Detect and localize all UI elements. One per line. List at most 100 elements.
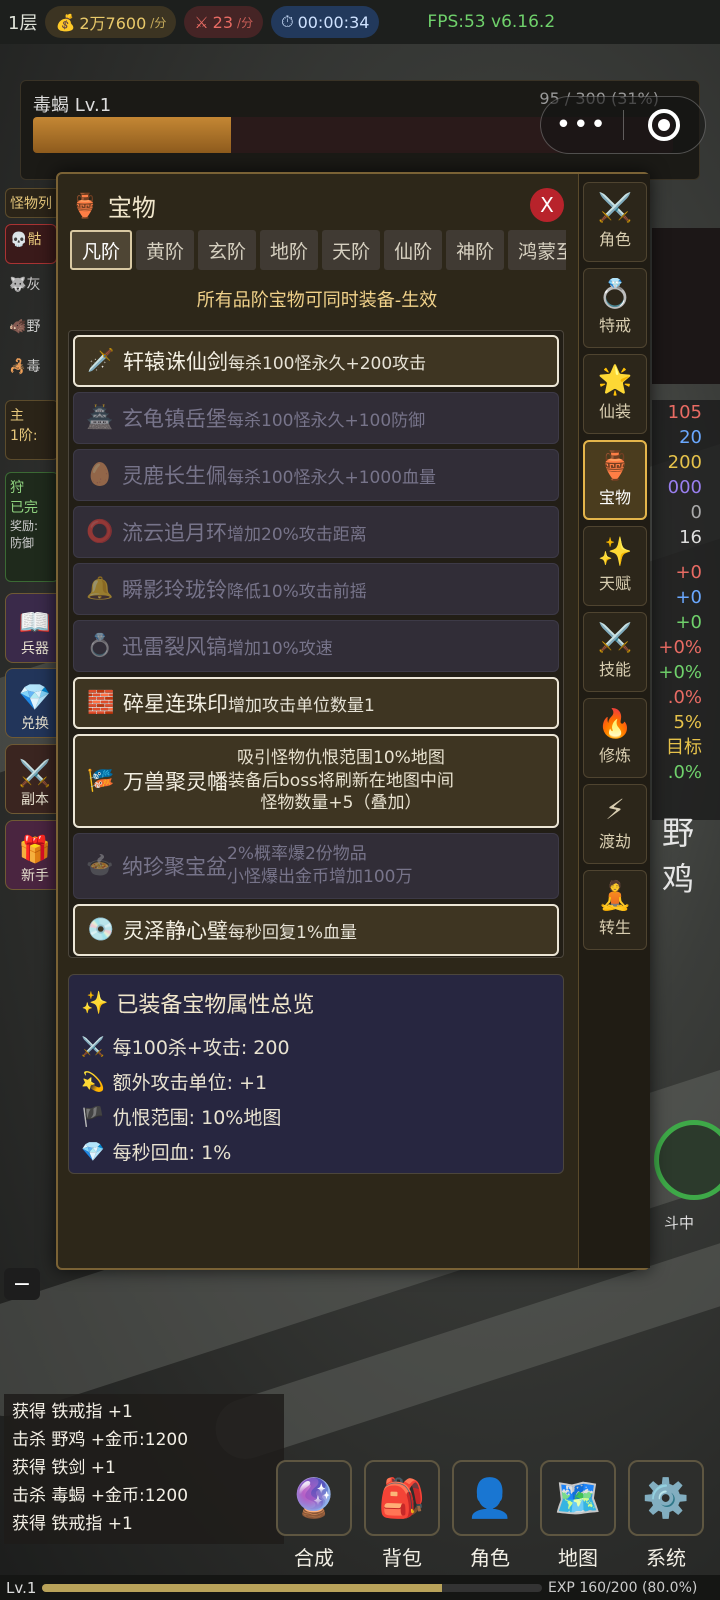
- vase-icon: 🏺: [70, 191, 100, 220]
- treasure-item[interactable]: 🗡️ 轩辕诛仙剑 每杀100怪永久+200攻击: [73, 335, 559, 387]
- battle-status-button[interactable]: 斗中: [654, 1120, 720, 1240]
- tab-tier-xuan[interactable]: 玄阶: [198, 230, 257, 270]
- player-level: Lv.1: [6, 1578, 37, 1597]
- tab-tier-shen[interactable]: 神阶: [446, 230, 505, 270]
- effect-line: 2%概率爆2份物品: [227, 844, 367, 865]
- close-button[interactable]: X: [530, 188, 564, 222]
- treasure-item[interactable]: 💿 灵泽静心璧 每秒回复1%血量: [73, 904, 559, 956]
- monster-entry-scorpion[interactable]: 🦂毒: [5, 352, 57, 386]
- nav-system[interactable]: ⚙️ 系统: [628, 1460, 704, 1571]
- monster-list-label: 怪物列: [10, 196, 52, 212]
- summary-header: ✨ 已装备宝物属性总览: [81, 987, 551, 1019]
- gold-rate-unit: /分: [150, 15, 167, 30]
- tab-tier-huang[interactable]: 黄阶: [136, 230, 195, 270]
- star-icon: 🌟: [597, 363, 633, 396]
- timer-value: 00:00:34: [297, 12, 370, 32]
- treasure-name: 灵泽静心璧: [123, 919, 228, 943]
- treasure-name: 迅雷裂风镐: [122, 635, 227, 659]
- seal-icon: 🧱: [87, 690, 115, 716]
- monster-entry-skeleton[interactable]: 💀骷: [5, 224, 57, 264]
- side-tab-character[interactable]: ⚔️ 角色: [583, 182, 647, 262]
- treasure-effect: 降低10%攻击前摇: [227, 581, 367, 602]
- fire-icon: 🔥: [597, 707, 633, 740]
- right-stats-column: [652, 228, 720, 384]
- stat-value: +0%: [658, 662, 702, 683]
- sparkles-icon: ✨: [81, 990, 109, 1016]
- nav-label: 地图: [558, 1546, 598, 1570]
- side-tab-treasure[interactable]: 🏺 宝物: [583, 440, 647, 520]
- stopwatch-icon: ⏱: [281, 12, 294, 31]
- hunt-type: 防御: [10, 536, 35, 550]
- zoom-out-button[interactable]: −: [4, 1268, 40, 1300]
- miniapp-capsule: •••: [540, 96, 706, 154]
- battle-ring: [654, 1120, 720, 1200]
- treasure-content: 🏺 宝物 X 凡阶 黄阶 玄阶 地阶 天阶 仙阶 神阶 鸿蒙至宝 所有品阶宝物可…: [58, 174, 576, 1268]
- treasure-effect: 每秒回复1%血量: [228, 922, 357, 943]
- event-log: 获得 铁戒指 +1 击杀 野鸡 +金币:1200 获得 铁剑 +1 击杀 毒蝎 …: [4, 1394, 284, 1544]
- monster-entry-wolf[interactable]: 🐺灰: [5, 270, 57, 304]
- side-tab-talent[interactable]: ✨ 天赋: [583, 526, 647, 606]
- close-miniapp-button[interactable]: [624, 109, 706, 141]
- side-tab-immortal-gear[interactable]: 🌟 仙装: [583, 354, 647, 434]
- exp-text: EXP 160/200 (80.0%): [548, 1579, 698, 1596]
- treasure-name: 灵鹿长生佩: [122, 464, 227, 488]
- treasure-effect: 每杀100怪永久+100防御: [227, 410, 426, 431]
- tab-tier-tian[interactable]: 天阶: [322, 230, 381, 270]
- treasure-item[interactable]: 🎏 万兽聚灵幡 吸引怪物仇恨范围10%地图 装备后boss将刷新在地图中间 怪物…: [73, 734, 559, 828]
- side-tab-skill[interactable]: ⚔️ 技能: [583, 612, 647, 692]
- tab-tier-fan[interactable]: 凡阶: [70, 230, 133, 270]
- enemy-name-label: 野鸡: [662, 814, 695, 898]
- swords-icon: ⚔️: [18, 759, 52, 789]
- nav-bag[interactable]: 🎒 背包: [364, 1460, 440, 1571]
- stat-value: 000: [667, 477, 702, 498]
- side-tab-tribulation[interactable]: ⚡ 渡劫: [583, 784, 647, 864]
- newbie-gift-label: 新手: [21, 868, 49, 884]
- hunt-quest-card[interactable]: 狩已完 奖励: 防御: [5, 472, 59, 582]
- side-tab-label: 修炼: [598, 746, 631, 765]
- meditation-icon: 🧘: [597, 879, 633, 912]
- top-status-bar: 1层 💰 2万7600 /分 ⚔ 23 /分 ⏱ 00:00:34 FPS:53…: [0, 0, 720, 44]
- bell-icon: 🔔: [86, 576, 114, 602]
- tab-tier-hongmeng[interactable]: 鸿蒙至宝: [508, 230, 566, 270]
- dizzy-icon: 💫: [81, 1071, 105, 1093]
- treasure-item[interactable]: 🍲 纳珍聚宝盆 2%概率爆2份物品 小怪爆出金币增加100万: [73, 833, 559, 899]
- nav-character[interactable]: 👤 角色: [452, 1460, 528, 1571]
- treasure-item[interactable]: ⭕ 流云追月环 增加20%攻击距离: [73, 506, 559, 558]
- treasure-name: 轩辕诛仙剑: [123, 350, 228, 374]
- floor-label: 1层: [8, 13, 38, 34]
- main-quest-card[interactable]: 主 1阶:: [5, 400, 59, 460]
- panel-title: 宝物: [107, 194, 156, 222]
- monster-entry-label: 骷: [27, 232, 42, 248]
- treasure-effect: 增加20%攻击距离: [227, 524, 367, 545]
- summary-row: 💎 每秒回血: 1%: [81, 1134, 551, 1169]
- stat-value: +0%: [658, 637, 702, 658]
- fps-version-label: FPS:53 v6.16.2: [427, 12, 556, 32]
- treasure-item[interactable]: 💍 迅雷裂风镐 增加10%攻速: [73, 620, 559, 672]
- bracelet-icon: 💍: [86, 633, 114, 659]
- side-tab-ring[interactable]: 💍 特戒: [583, 268, 647, 348]
- treasure-item[interactable]: 🥚 灵鹿长生佩 每杀100怪永久+1000血量: [73, 449, 559, 501]
- treasure-list: 🗡️ 轩辕诛仙剑 每杀100怪永久+200攻击 🏯 玄龟镇岳堡 每杀100怪永久+1…: [68, 330, 564, 958]
- battle-status-label: 斗中: [664, 1214, 695, 1232]
- more-menu-button[interactable]: •••: [541, 112, 623, 138]
- treasure-effect: 吸引怪物仇恨范围10%地图 装备后boss将刷新在地图中间 怪物数量+5（叠加）: [108, 747, 454, 816]
- target-ring-icon: [648, 109, 681, 141]
- treasure-item[interactable]: 🏯 玄龟镇岳堡 每杀100怪永久+100防御: [73, 392, 559, 444]
- crossed-swords-icon: ⚔: [194, 12, 209, 32]
- wolf-icon: 🐺: [9, 277, 27, 293]
- side-tab-rebirth[interactable]: 🧘 转生: [583, 870, 647, 950]
- jade-pendant-icon: 🥚: [86, 462, 114, 488]
- book-icon: 📖: [18, 608, 52, 638]
- treasure-item[interactable]: 🔔 瞬影玲珑铃 降低10%攻击前摇: [73, 563, 559, 615]
- treasure-item[interactable]: 🧱 碎星连珠印 增加攻击单位数量1: [73, 677, 559, 729]
- monster-entry-boar[interactable]: 🐗野: [5, 312, 57, 346]
- side-tab-cultivate[interactable]: 🔥 修炼: [583, 698, 647, 778]
- tab-tier-di[interactable]: 地阶: [260, 230, 319, 270]
- treasure-name: 纳珍聚宝盆: [122, 855, 227, 879]
- right-stats-column: 105 20 200 000 0 16 +0 +0 +0 +0% +0% .0%…: [652, 400, 720, 820]
- treasure-effect: 每杀100怪永久+1000血量: [227, 467, 436, 488]
- tab-tier-xian[interactable]: 仙阶: [384, 230, 443, 270]
- nav-map[interactable]: 🗺️ 地图: [540, 1460, 616, 1571]
- nav-craft[interactable]: 🔮 合成: [276, 1460, 352, 1571]
- summary-text: 每100杀+攻击: 200: [112, 1037, 290, 1059]
